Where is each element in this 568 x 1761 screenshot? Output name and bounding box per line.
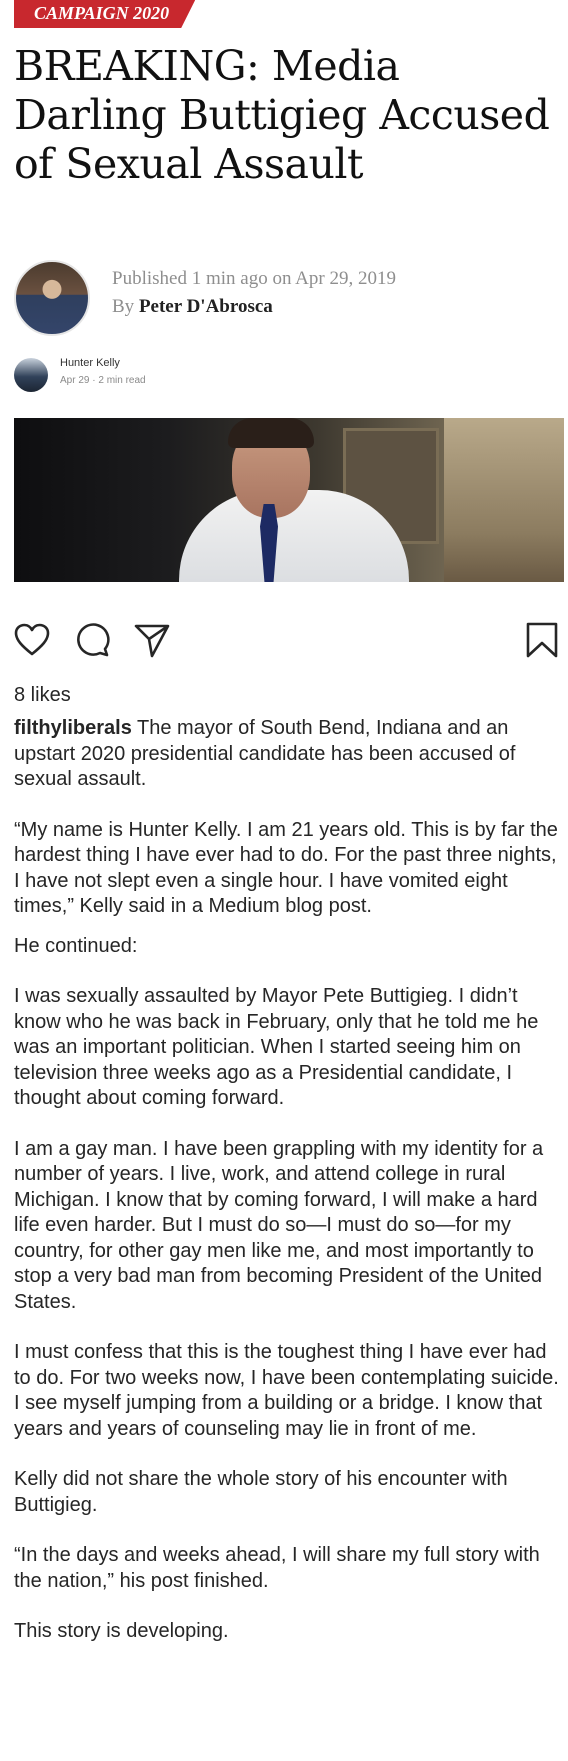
author-avatar[interactable]	[14, 260, 90, 336]
byline: By Peter D'Abrosca	[112, 293, 396, 321]
bookmark-icon[interactable]	[522, 620, 566, 664]
caption-paragraph: This story is developing.	[14, 1620, 229, 1642]
caption-paragraph: I am a gay man. I have been grappling wi…	[14, 1137, 544, 1313]
author-name[interactable]: Peter D'Abrosca	[139, 296, 273, 317]
share-icon[interactable]	[132, 620, 176, 664]
post-action-bar	[0, 620, 568, 664]
comment-icon[interactable]	[72, 620, 116, 664]
article-photo	[14, 418, 564, 582]
by-prefix: By	[112, 296, 135, 317]
medium-author-name[interactable]: Hunter Kelly	[60, 357, 120, 369]
caption-paragraph: “In the days and weeks ahead, I will sha…	[14, 1544, 540, 1592]
caption-paragraph: I must confess that this is the toughest…	[14, 1341, 559, 1440]
caption-paragraph: filthyliberals The mayor of South Bend, …	[14, 716, 559, 793]
heart-icon[interactable]	[12, 620, 56, 664]
medium-author-avatar[interactable]	[14, 358, 48, 392]
caption-paragraph: “My name is Hunter Kelly. I am 21 years …	[14, 818, 558, 918]
caption-paragraph: He continued:	[14, 934, 138, 957]
caption-paragraph: I was sexually assaulted by Mayor Pete B…	[14, 985, 539, 1109]
photo-subject-hair	[228, 418, 314, 448]
photo-background-wall	[444, 418, 564, 582]
section-tag[interactable]: CAMPAIGN 2020	[14, 0, 195, 28]
post-caption: filthyliberals The mayor of South Bend, …	[14, 716, 559, 1670]
article-meta: Published 1 min ago on Apr 29, 2019 By P…	[112, 265, 396, 321]
medium-post-date: Apr 29 · 2 min read	[60, 375, 146, 386]
article-headline: BREAKING: Media Darling Buttigieg Accuse…	[14, 42, 550, 188]
caption-paragraph: Kelly did not share the whole story of h…	[14, 1468, 508, 1516]
caption-username[interactable]: filthyliberals	[14, 717, 132, 739]
published-date: Published 1 min ago on Apr 29, 2019	[112, 268, 396, 289]
likes-count[interactable]: 8 likes	[14, 684, 71, 707]
